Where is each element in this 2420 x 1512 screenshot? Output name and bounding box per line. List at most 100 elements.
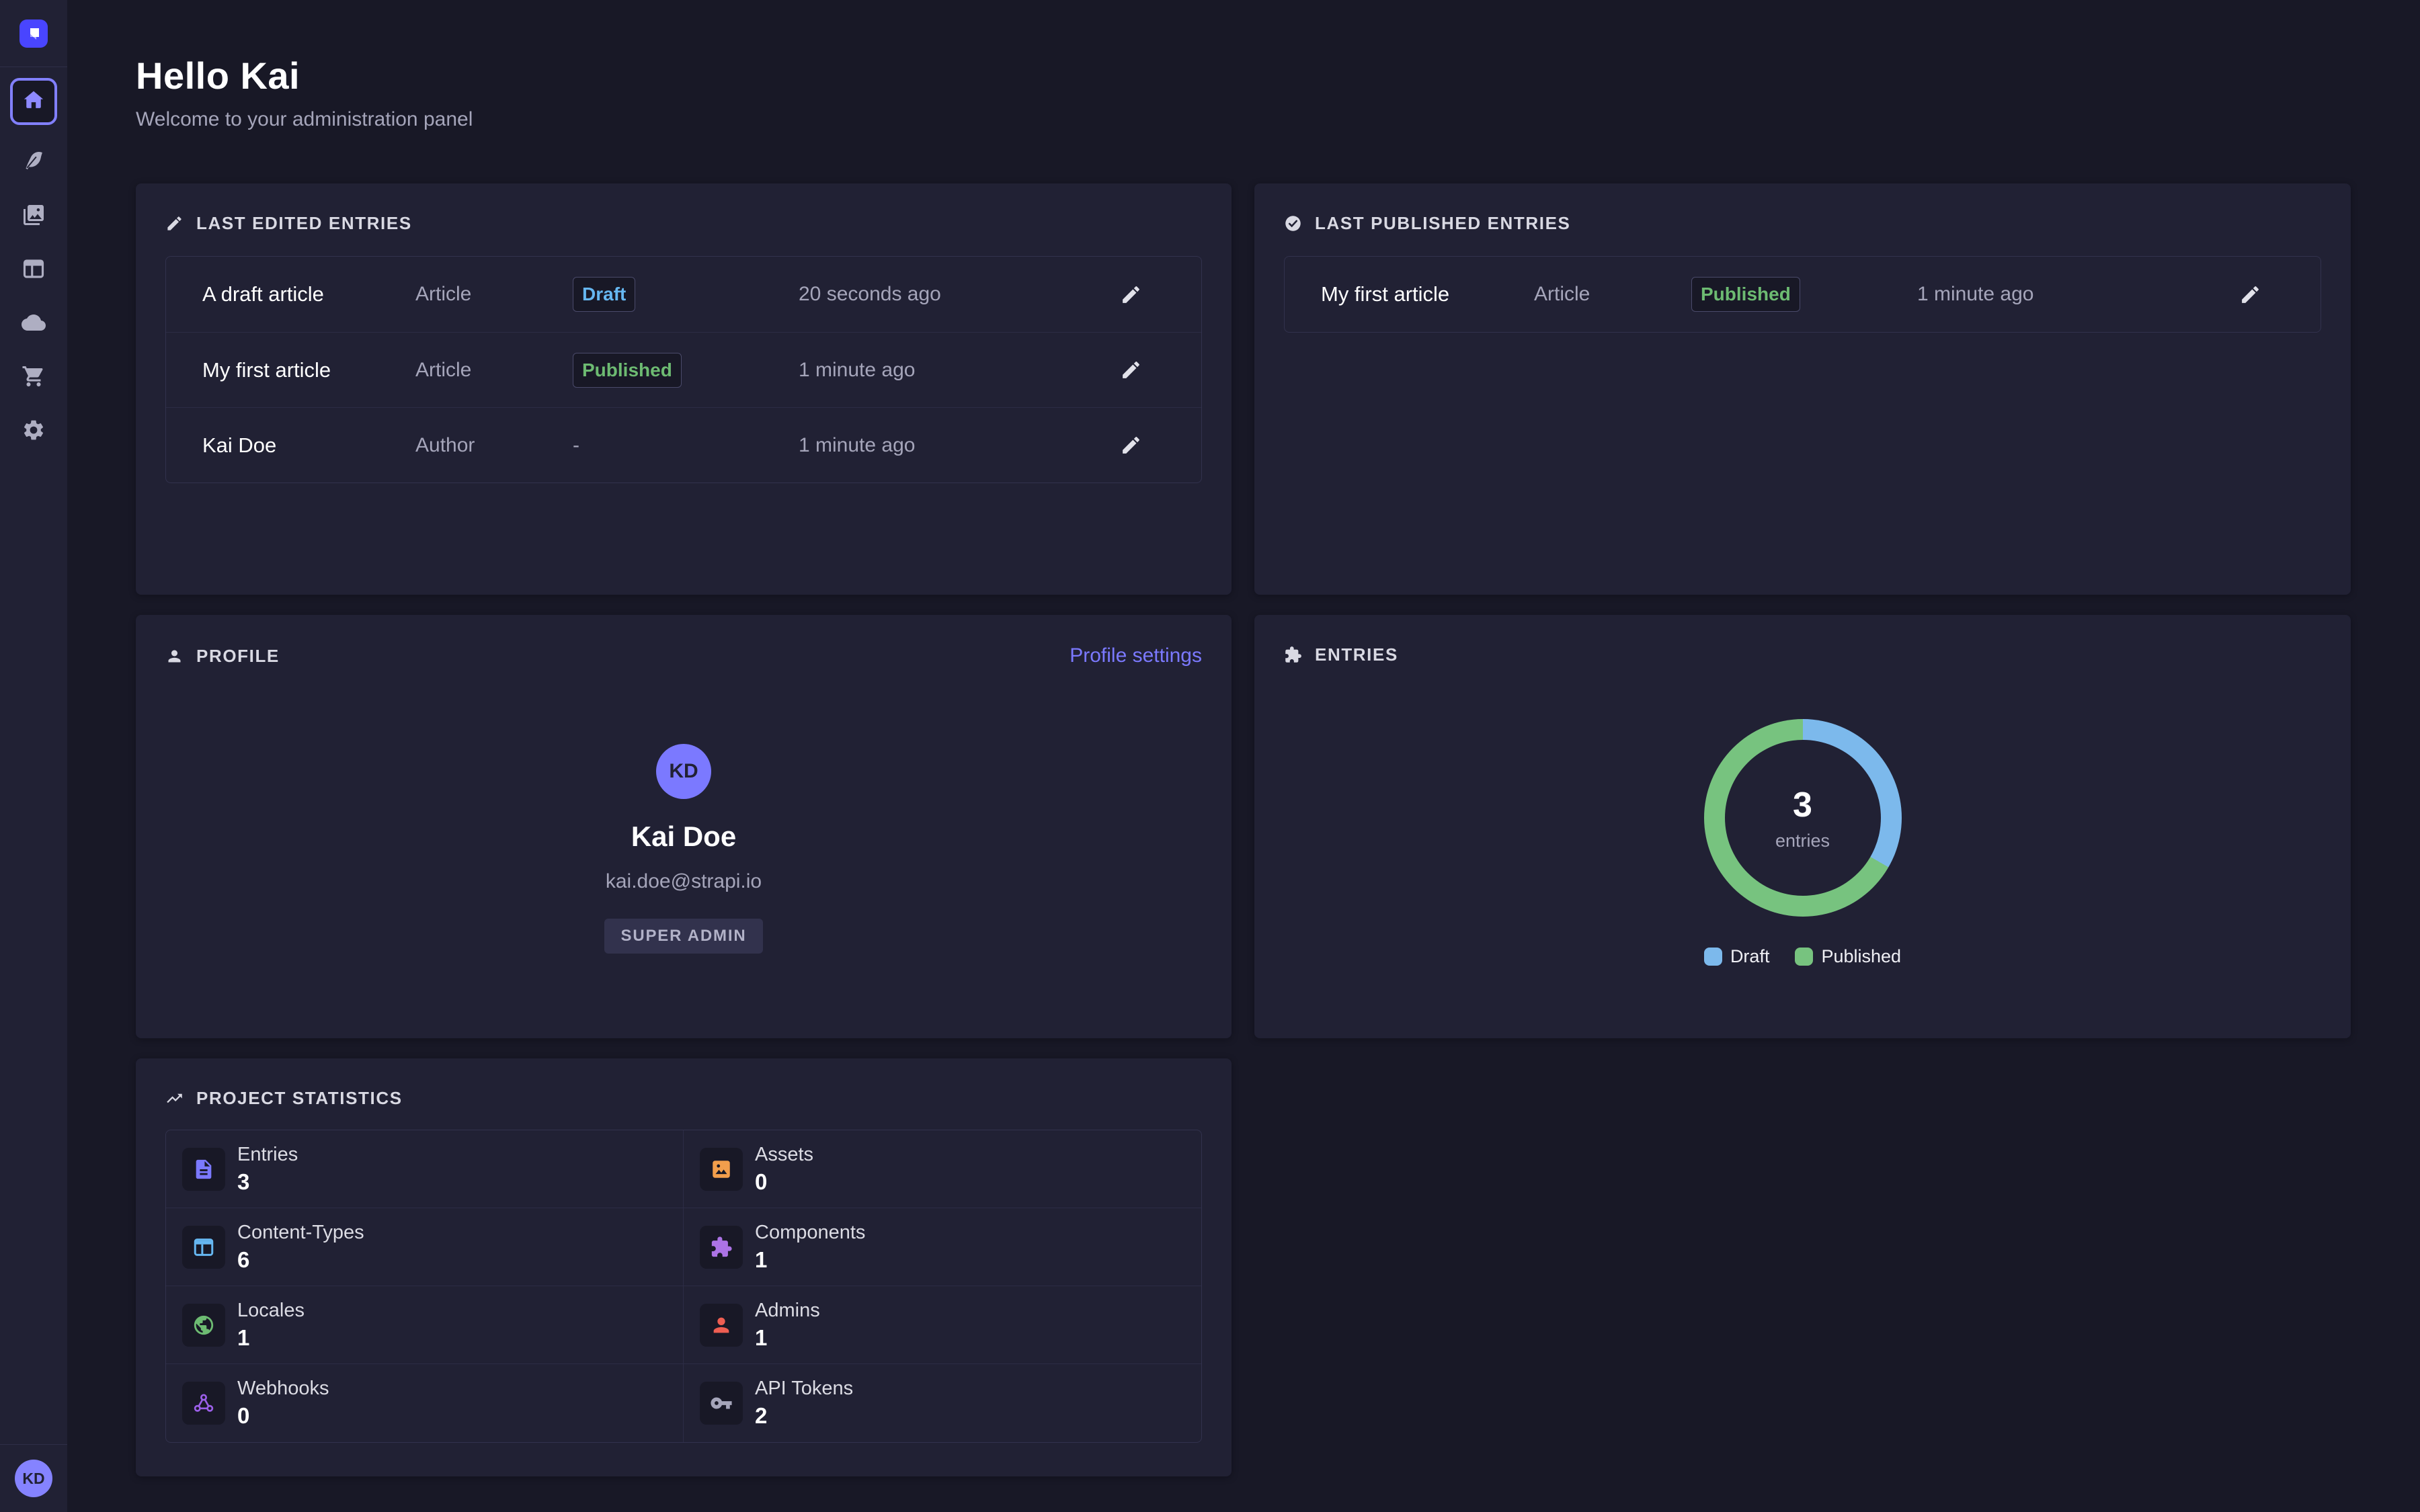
status-empty: - — [573, 434, 799, 457]
sidebar-footer: KD — [0, 1444, 67, 1512]
stat-label: Webhooks — [237, 1378, 329, 1400]
edit-entry-button[interactable] — [1106, 346, 1155, 394]
status-badge: Published — [573, 353, 682, 388]
sidebar-item-content-manager[interactable] — [19, 148, 48, 177]
profile-settings-link[interactable]: Profile settings — [1070, 644, 1202, 667]
edit-entry-button[interactable] — [2226, 270, 2274, 319]
stat-label: Components — [755, 1222, 865, 1244]
profile-name: Kai Doe — [631, 821, 736, 853]
stat-value: 1 — [237, 1325, 305, 1351]
card-title: ENTRIES — [1315, 644, 1398, 665]
stat-label: Entries — [237, 1144, 298, 1166]
donut-legend: Draft Published — [1704, 946, 1901, 967]
strapi-logo-icon[interactable] — [19, 19, 48, 48]
entry-type: Author — [415, 434, 573, 457]
project-statistics-card: PROJECT STATISTICS Entries3 Assets0 Con — [136, 1058, 1232, 1476]
person-icon — [165, 647, 184, 665]
draft-legend-chip — [1704, 948, 1722, 966]
puzzle-icon — [1284, 646, 1302, 664]
pencil-icon — [165, 214, 184, 233]
page-title: Hello Kai — [136, 54, 2420, 97]
entry-type: Article — [415, 359, 573, 382]
cart-icon — [22, 364, 46, 392]
stat-assets: Assets 0 — [684, 1130, 1201, 1208]
stat-locales: Locales 1 — [166, 1286, 684, 1364]
cloud-icon — [22, 310, 46, 338]
entries-card: ENTRIES 3 entries Draft — [1254, 615, 2351, 1038]
published-legend-chip — [1795, 948, 1813, 966]
card-title: LAST PUBLISHED ENTRIES — [1315, 213, 1570, 234]
stat-content-types: Content-Types6 — [166, 1208, 684, 1286]
stats-grid: Entries3 Assets0 Content-Types6 Componen… — [165, 1130, 1202, 1443]
stat-webhooks: Webhooks 0 — [166, 1364, 684, 1442]
table-row[interactable]: My first article Article Published 1 min… — [1285, 257, 2321, 332]
sidebar-nav — [10, 67, 57, 470]
sidebar-item-content-type-builder[interactable] — [19, 255, 48, 285]
cards-grid: LAST EDITED ENTRIES A draft article Arti… — [136, 183, 2420, 1476]
table-row[interactable]: A draft article Article Draft 20 seconds… — [166, 257, 1201, 332]
profile-email: kai.doe@strapi.io — [606, 870, 762, 893]
stat-label: API Tokens — [755, 1378, 853, 1400]
stat-value: 1 — [755, 1325, 820, 1351]
entry-name: Kai Doe — [202, 433, 415, 458]
globe-icon — [182, 1304, 225, 1347]
entry-time: 1 minute ago — [799, 359, 1060, 382]
table-row[interactable]: Kai Doe Author - 1 minute ago — [166, 407, 1201, 482]
layout-icon — [22, 257, 46, 284]
entry-name: My first article — [202, 358, 415, 382]
check-circle-icon — [1284, 214, 1302, 233]
sidebar-item-deploy[interactable] — [19, 309, 48, 339]
card-title: PROFILE — [196, 646, 280, 667]
empty-grid-cell — [1254, 1058, 2351, 1476]
sidebar-item-home[interactable] — [10, 78, 57, 125]
stat-value: 1 — [755, 1247, 865, 1273]
feather-icon — [22, 149, 46, 177]
entry-time: 1 minute ago — [799, 434, 1060, 457]
entries-donut: 3 entries — [1704, 719, 1902, 917]
webhook-icon — [182, 1382, 225, 1425]
legend-item-draft: Draft — [1704, 946, 1770, 967]
entry-type: Article — [1534, 283, 1691, 306]
document-icon — [182, 1148, 225, 1191]
profile-card: PROFILE Profile settings KD Kai Doe kai.… — [136, 615, 1232, 1038]
table-row[interactable]: My first article Article Published 1 min… — [166, 332, 1201, 407]
image-icon — [700, 1148, 743, 1191]
stat-components: Components 1 — [684, 1208, 1201, 1286]
entry-time: 1 minute ago — [1917, 283, 2179, 306]
entry-name: A draft article — [202, 282, 415, 306]
stat-value: 2 — [755, 1403, 853, 1429]
edit-entry-button[interactable] — [1106, 421, 1155, 470]
page-subtitle: Welcome to your administration panel — [136, 108, 2420, 131]
stat-label: Locales — [237, 1300, 305, 1322]
sidebar-item-settings[interactable] — [19, 417, 48, 446]
layout-icon — [182, 1226, 225, 1269]
sidebar-item-marketplace[interactable] — [19, 363, 48, 392]
last-published-entries-card: LAST PUBLISHED ENTRIES My first article … — [1254, 183, 2351, 595]
stat-admins: Admins1 — [684, 1286, 1201, 1364]
stat-label: Assets — [755, 1144, 813, 1166]
person-icon — [700, 1304, 743, 1347]
edit-entry-button[interactable] — [1106, 270, 1155, 319]
role-badge: SUPER ADMIN — [604, 919, 764, 954]
sidebar: KD — [0, 0, 67, 1512]
entry-name: My first article — [1321, 282, 1534, 306]
stat-label: Content-Types — [237, 1222, 364, 1244]
gear-icon — [22, 418, 46, 446]
entry-time: 20 seconds ago — [799, 283, 1060, 306]
last-published-table: My first article Article Published 1 min… — [1284, 256, 2321, 333]
stat-value: 0 — [237, 1403, 329, 1429]
status-badge: Published — [1691, 277, 1800, 312]
user-avatar[interactable]: KD — [15, 1460, 52, 1497]
legend-label: Published — [1821, 946, 1901, 967]
media-library-icon — [22, 203, 46, 230]
last-edited-entries-card: LAST EDITED ENTRIES A draft article Arti… — [136, 183, 1232, 595]
stat-value: 0 — [755, 1169, 813, 1195]
legend-item-published: Published — [1795, 946, 1901, 967]
status-badge: Draft — [573, 277, 635, 312]
puzzle-icon — [700, 1226, 743, 1269]
card-title: LAST EDITED ENTRIES — [196, 213, 412, 234]
trending-up-icon — [165, 1089, 184, 1107]
legend-label: Draft — [1730, 946, 1770, 967]
app-root: KD Hello Kai Welcome to your administrat… — [0, 0, 2420, 1512]
sidebar-item-media-library[interactable] — [19, 202, 48, 231]
